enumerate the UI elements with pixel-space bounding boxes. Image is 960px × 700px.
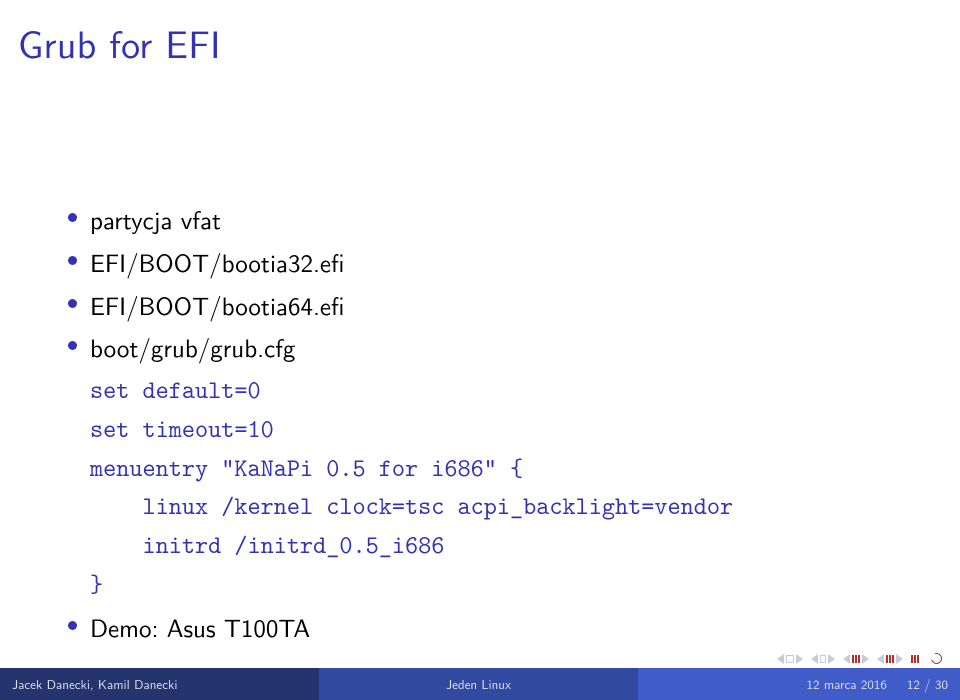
nav-bars-icon[interactable] [911, 655, 919, 663]
slide: Grub for EFI partycja vfat EFI/BOOT/boot… [0, 0, 960, 700]
nav-next-slide-icon[interactable] [877, 654, 903, 664]
nav-icons [777, 653, 942, 664]
nav-prev-section-icon[interactable] [811, 654, 835, 664]
slide-title: Grub for EFI [0, 0, 960, 70]
nav-replay-icon[interactable] [929, 651, 944, 666]
bullet-item: EFI/BOOT/bootia32.efi [90, 243, 920, 282]
footer-date: 12 marca 2016 [806, 675, 886, 694]
footer: Jacek Danecki, Kamil Danecki Jeden Linux… [0, 668, 960, 700]
bullet-item: boot/grub/grub.cfg [90, 328, 920, 367]
bullet-item: partycja vfat [90, 200, 920, 239]
nav-first-icon[interactable] [777, 654, 803, 664]
bullet-item: EFI/BOOT/bootia64.efi [90, 286, 920, 325]
nav-prev-slide-icon[interactable] [843, 654, 869, 664]
footer-title: Jeden Linux [319, 668, 638, 700]
code-block: set default=0 set timeout=10 menuentry "… [90, 371, 920, 604]
bullet-item: Demo: Asus T100TA [90, 608, 920, 647]
slide-content: partycja vfat EFI/BOOT/bootia32.efi EFI/… [0, 70, 960, 646]
footer-page: 12 / 30 [907, 675, 948, 694]
footer-author: Jacek Danecki, Kamil Danecki [0, 668, 319, 700]
footer-right: 12 marca 2016 12 / 30 [638, 668, 960, 700]
